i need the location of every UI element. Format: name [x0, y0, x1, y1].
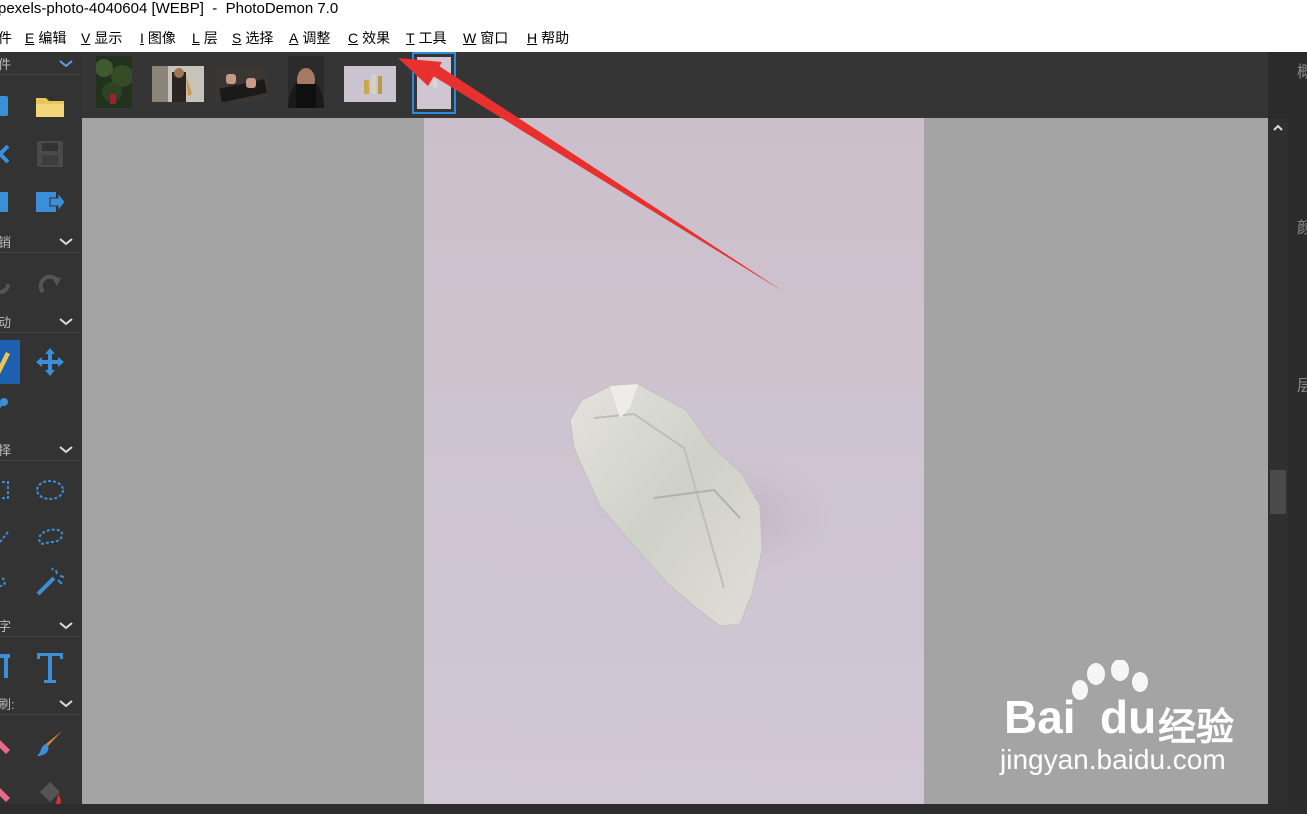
thumbnail-crystal[interactable]	[412, 52, 456, 114]
paint-bucket-icon	[40, 782, 61, 804]
chevron-down-icon	[59, 238, 73, 246]
save-copy-tool[interactable]	[0, 180, 20, 224]
new-image-tool[interactable]	[0, 84, 20, 128]
eyedropper-icon	[0, 398, 8, 409]
scrollbar-thumb[interactable]	[1270, 470, 1286, 514]
chevron-down-icon	[59, 622, 73, 630]
color-picker-tool[interactable]	[0, 384, 20, 428]
section-file-header[interactable]: 件	[0, 52, 80, 75]
rect-select-tool[interactable]	[0, 468, 20, 512]
chevron-up-icon[interactable]	[1272, 122, 1284, 134]
menu-layer[interactable]: L层	[192, 30, 218, 46]
saxophone-image	[152, 66, 204, 102]
eraser-icon	[0, 740, 10, 754]
thumbnail-forest-person[interactable]	[96, 56, 132, 108]
menu-adjust[interactable]: A 调整	[289, 30, 330, 46]
move-tool[interactable]	[30, 340, 70, 384]
magic-wand-icon	[36, 567, 65, 596]
rect-select-icon	[0, 481, 9, 499]
ellipse-select-icon	[36, 480, 64, 500]
chevron-down-icon	[59, 60, 73, 68]
right-panel-layers-label: 层	[1297, 378, 1307, 395]
section-select-header[interactable]: 择	[0, 438, 80, 461]
thumbnail-keyboard[interactable]	[216, 66, 268, 102]
menu-bar: 件 E 编辑 V 显示 I 图像 L层 S 选择 A 调整 C 效果 T 工具 W 窗口 H 帮助	[0, 24, 1307, 53]
paintbrush-icon	[37, 731, 62, 756]
hooded-face-image	[288, 56, 324, 108]
line-select-tool[interactable]	[0, 516, 20, 560]
main-image	[424, 118, 924, 804]
fill-tool[interactable]	[30, 770, 70, 814]
menu-view[interactable]: V 显示	[81, 30, 122, 46]
toolbox-panel: 件 销 动 择 字 刷:	[0, 52, 82, 804]
close-icon	[0, 144, 10, 164]
section-move-header[interactable]: 动	[0, 310, 80, 333]
redo-icon	[38, 274, 61, 294]
chevron-down-icon	[59, 700, 73, 708]
magic-wand-tool[interactable]	[30, 560, 70, 604]
section-text-header[interactable]: 字	[0, 614, 80, 637]
clone-icon	[0, 788, 10, 802]
watermark-brand2: du	[1100, 691, 1157, 743]
thumbnail-hooded[interactable]	[288, 56, 324, 108]
menu-file[interactable]: 件	[0, 30, 12, 46]
lasso-icon	[38, 528, 64, 545]
menu-help[interactable]: H 帮助	[527, 30, 569, 46]
text-basic-icon	[0, 654, 10, 678]
polygon-select-tool[interactable]	[0, 560, 20, 604]
watermark-url: jingyan.baidu.com	[1000, 744, 1226, 775]
section-paint-header[interactable]: 刷:	[0, 692, 80, 715]
baidu-watermark: Bai du 经验 jingyan.baidu.com	[1000, 660, 1300, 800]
export-tool[interactable]	[30, 180, 70, 224]
thumbnail-bottles[interactable]	[344, 66, 396, 102]
section-undo-header[interactable]: 销	[0, 230, 80, 253]
new-file-icon	[0, 96, 8, 116]
undo-tool[interactable]	[0, 262, 20, 306]
pencil-tool[interactable]	[0, 722, 20, 766]
save-icon	[37, 141, 63, 167]
window-title: pexels-photo-4040604 [WEBP] - PhotoDemon…	[0, 0, 339, 17]
close-tool[interactable]	[0, 132, 20, 176]
menu-image[interactable]: I 图像	[140, 30, 176, 46]
watermark-cn: 经验	[1158, 707, 1235, 749]
line-select-icon	[0, 531, 9, 543]
menu-edit[interactable]: E 编辑	[25, 30, 66, 46]
move-arrows-icon	[36, 348, 64, 376]
polygon-select-icon	[0, 577, 6, 587]
paintbrush-tool[interactable]	[30, 722, 70, 766]
lasso-select-tool[interactable]	[30, 516, 70, 560]
basic-text-tool[interactable]	[0, 644, 20, 688]
menu-effects[interactable]: C 效果	[348, 30, 390, 46]
image-tabs-strip	[82, 52, 1268, 118]
chevron-down-icon	[59, 318, 73, 326]
save-copy-icon	[0, 192, 8, 212]
folder-icon	[36, 98, 64, 117]
clone-tool[interactable]	[0, 770, 20, 814]
menu-select[interactable]: S 选择	[232, 30, 273, 46]
save-tool[interactable]	[30, 132, 70, 176]
export-icon	[36, 191, 66, 213]
text-icon	[37, 653, 63, 683]
ellipse-select-tool[interactable]	[30, 468, 70, 512]
pan-icon	[0, 352, 10, 374]
open-tool[interactable]	[30, 84, 70, 128]
keyboard-image	[216, 66, 268, 102]
chevron-down-icon	[59, 446, 73, 454]
bottles-image	[344, 66, 396, 102]
menu-tools[interactable]: T 工具	[406, 30, 447, 46]
redo-tool[interactable]	[30, 262, 70, 306]
watermark-brand: Bai	[1004, 691, 1076, 743]
title-bar: pexels-photo-4040604 [WEBP] - PhotoDemon…	[0, 0, 1307, 24]
crystal-image	[417, 57, 451, 109]
undo-icon	[0, 276, 10, 294]
thumbnail-saxophone[interactable]	[152, 66, 204, 102]
right-panel-overview-label: 概	[1297, 64, 1307, 81]
typography-tool[interactable]	[30, 644, 70, 688]
hand-tool[interactable]	[0, 340, 20, 384]
quartz-crystal-image	[569, 383, 844, 627]
forest-image	[96, 56, 132, 108]
right-panel-color-label: 颜	[1297, 220, 1307, 237]
menu-window[interactable]: W 窗口	[463, 30, 508, 46]
